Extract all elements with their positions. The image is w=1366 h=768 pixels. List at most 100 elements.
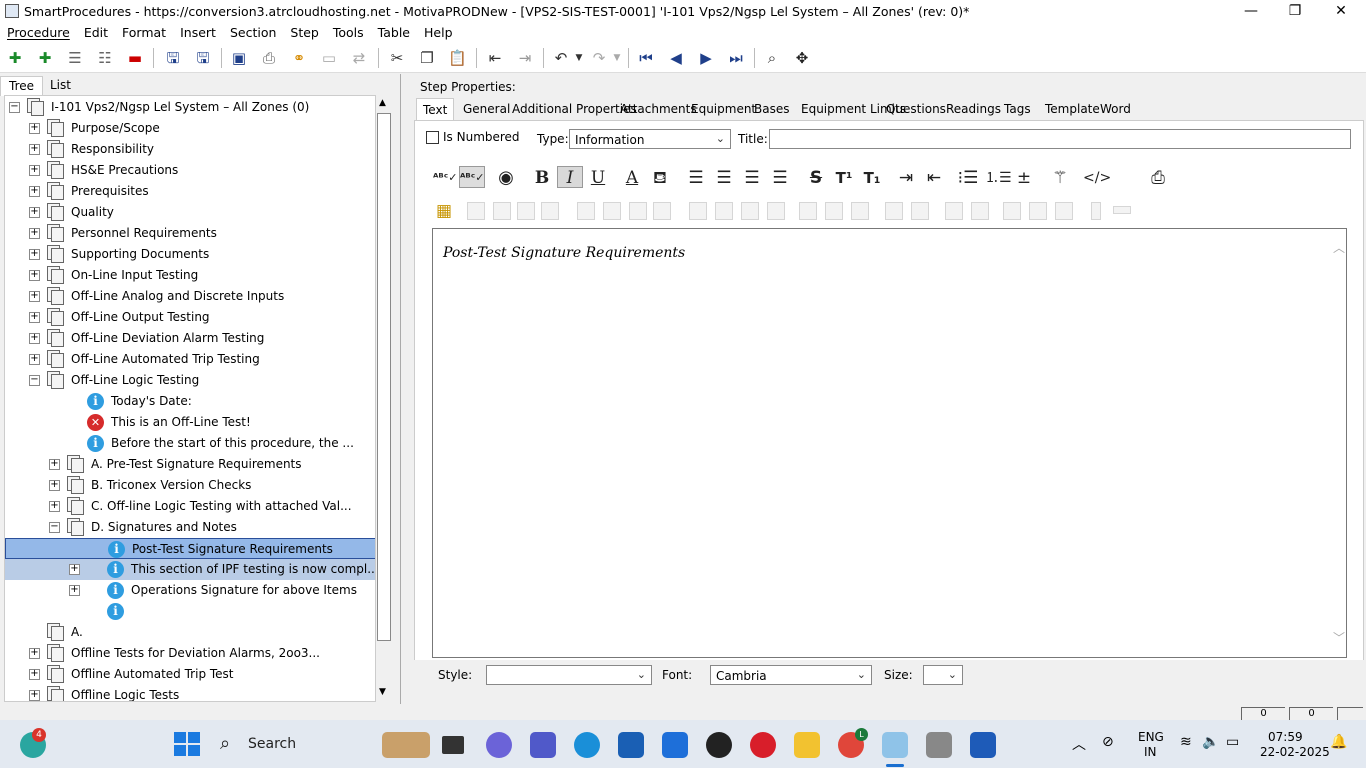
tab-readings[interactable]: Readings	[940, 98, 1007, 120]
magic-wand-icon[interactable]: ⚚	[1049, 167, 1071, 189]
copilot-icon[interactable]	[486, 732, 512, 758]
outdent-icon[interactable]: ⇤	[486, 49, 504, 67]
paste-icon[interactable]: 📋	[448, 49, 467, 67]
tree-item[interactable]: + Personnel Requirements	[5, 223, 375, 244]
next-icon[interactable]: ▶	[697, 49, 715, 67]
tab-bases[interactable]: Bases	[748, 98, 795, 120]
list-icon[interactable]: ☰	[66, 49, 84, 67]
expand-icon[interactable]: +	[29, 333, 40, 344]
text-editor[interactable]: Post-Test Signature Requirements ︿ ﹀	[432, 228, 1347, 658]
tree-item[interactable]: + i This section of IPF testing is now com…	[5, 559, 375, 580]
app-icon[interactable]	[926, 732, 952, 758]
tree-item[interactable]: + Purpose/Scope	[5, 118, 375, 139]
volume-icon[interactable]: 🔈	[1202, 734, 1219, 750]
wifi-icon[interactable]: ≋	[1180, 734, 1192, 750]
expand-icon[interactable]: +	[29, 249, 40, 260]
power-automate-icon[interactable]	[662, 732, 688, 758]
collapse-icon[interactable]: −	[9, 102, 20, 113]
numbered-list-icon[interactable]: ⒈☰	[985, 167, 1012, 189]
menu-section[interactable]: Section	[223, 23, 283, 40]
tree-root[interactable]: − I-101 Vps2/Ngsp Lel System – All Zones…	[5, 97, 375, 118]
chevron-up-icon[interactable]: ︿	[1333, 239, 1345, 256]
expand-icon[interactable]: +	[29, 669, 40, 680]
minimize-button[interactable]: —	[1228, 0, 1274, 23]
collapse-icon[interactable]: −	[49, 522, 60, 533]
expand-icon[interactable]: +	[29, 207, 40, 218]
tree-item[interactable]: + On-Line Input Testing	[5, 265, 375, 286]
tree-item[interactable]: A.	[5, 622, 375, 643]
tree-item[interactable]: + Offline Tests for Deviation Alarms, 2oo…	[5, 643, 375, 664]
expand-icon[interactable]: +	[29, 165, 40, 176]
tree-item[interactable]: + Off-Line Analog and Discrete Inputs	[5, 286, 375, 307]
start-icon[interactable]	[174, 732, 200, 756]
tree-item[interactable]: i	[5, 601, 375, 622]
language-primary[interactable]: ENG	[1138, 730, 1164, 744]
menu-tools[interactable]: Tools	[326, 23, 371, 40]
expand-icon[interactable]: +	[29, 186, 40, 197]
menu-insert[interactable]: Insert	[173, 23, 223, 40]
undo-dropdown-icon[interactable]: ▼	[570, 49, 588, 67]
scroll-thumb[interactable]	[377, 113, 391, 641]
tree-item[interactable]: + B. Triconex Version Checks	[5, 475, 375, 496]
previous-icon[interactable]: ◀	[667, 49, 685, 67]
add-child-icon[interactable]: ✚	[36, 49, 54, 67]
tree-item[interactable]: + A. Pre-Test Signature Requirements	[5, 454, 375, 475]
dell-icon[interactable]	[706, 732, 732, 758]
taskbar-search[interactable]: Search	[248, 736, 296, 752]
align-left-icon[interactable]: ☰	[685, 167, 707, 189]
expand-icon[interactable]: +	[49, 459, 60, 470]
indent-right-icon[interactable]: ⇥	[895, 167, 917, 189]
cut-icon[interactable]: ✂	[388, 49, 406, 67]
menu-procedure[interactable]: Procedure	[0, 23, 77, 40]
tab-tree[interactable]: Tree	[0, 76, 44, 96]
opera-icon[interactable]	[750, 732, 776, 758]
insert-line-icon[interactable]: ±	[1013, 167, 1035, 189]
language-secondary[interactable]: IN	[1144, 745, 1157, 759]
tree-item[interactable]: − Off-Line Logic Testing	[5, 370, 375, 391]
first-icon[interactable]: ⏮	[637, 49, 655, 67]
menu-edit[interactable]: Edit	[77, 23, 115, 40]
print-preview-icon[interactable]: ⎙	[1147, 167, 1169, 189]
word-icon[interactable]	[970, 732, 996, 758]
tree-item[interactable]: − D. Signatures and Notes	[5, 517, 375, 538]
tree-item[interactable]: + Supporting Documents	[5, 244, 375, 265]
underline-button[interactable]: U	[587, 167, 609, 189]
search-icon[interactable]: ⌕	[220, 733, 230, 754]
expand-icon[interactable]: +	[29, 291, 40, 302]
highlight-icon[interactable]: ⛾	[649, 167, 671, 189]
indent-left-icon[interactable]: ⇤	[923, 167, 945, 189]
align-right-icon[interactable]: ☰	[741, 167, 763, 189]
undo-icon[interactable]: ↶	[552, 49, 570, 67]
list-alt-icon[interactable]: ☷	[96, 49, 114, 67]
expand-icon[interactable]: +	[29, 228, 40, 239]
clock-date[interactable]: 22-02-2025	[1260, 745, 1330, 759]
spell-check-as-you-type-icon[interactable]: ᴬᴮᶜ✓	[459, 166, 485, 188]
bullet-list-icon[interactable]: ⁝☰	[957, 167, 979, 189]
remove-icon[interactable]: ▬	[126, 49, 144, 67]
menu-table[interactable]: Table	[371, 23, 417, 40]
tree-item[interactable]: i Today's Date:	[5, 391, 375, 412]
expand-icon[interactable]: +	[49, 480, 60, 491]
expand-icon[interactable]: +	[29, 354, 40, 365]
tree-item[interactable]: + Responsibility	[5, 139, 375, 160]
expand-icon[interactable]: +	[29, 144, 40, 155]
tab-word[interactable]: Word	[1094, 98, 1137, 120]
close-button[interactable]: ✕	[1318, 0, 1364, 23]
tree-item[interactable]: + Offline Automated Trip Test	[5, 664, 375, 685]
menu-format[interactable]: Format	[115, 23, 173, 40]
is-numbered-checkbox[interactable]	[426, 131, 439, 144]
copy-icon[interactable]: ❐	[418, 49, 436, 67]
tree-item[interactable]: + Off-Line Automated Trip Testing	[5, 349, 375, 370]
clock-time[interactable]: 07:59	[1268, 730, 1303, 744]
style-select[interactable]: ⌄	[486, 665, 652, 685]
last-icon[interactable]: ⏭	[727, 49, 745, 67]
title-input[interactable]	[769, 129, 1351, 149]
chevron-down-icon[interactable]: ﹀	[1333, 629, 1345, 646]
html-source-button[interactable]: </>	[1083, 167, 1111, 189]
task-view-icon[interactable]	[442, 736, 464, 754]
edge-icon[interactable]	[574, 732, 600, 758]
strikethrough-button[interactable]: S	[805, 167, 827, 189]
editor-scrollbar[interactable]: ︿ ﹀	[1330, 229, 1346, 657]
tree-scrollbar[interactable]: ▲ ▼	[376, 95, 392, 702]
tab-list[interactable]: List	[42, 76, 79, 96]
